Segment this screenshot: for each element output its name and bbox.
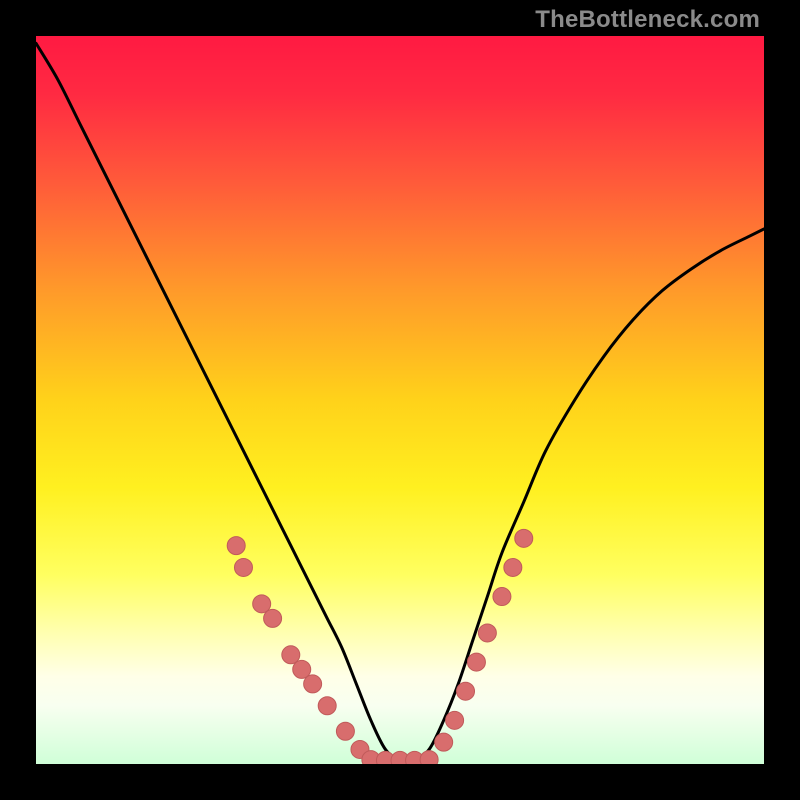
curve-marker	[420, 751, 438, 764]
curve-marker	[446, 711, 464, 729]
curve-marker	[318, 697, 336, 715]
curve-marker	[493, 588, 511, 606]
curve-marker	[504, 558, 522, 576]
curve-markers	[227, 529, 533, 764]
curve-marker	[264, 609, 282, 627]
chart-svg	[36, 36, 764, 764]
watermark-text: TheBottleneck.com	[535, 6, 760, 34]
curve-marker	[435, 733, 453, 751]
chart-frame: TheBottleneck.com	[0, 0, 800, 800]
curve-marker	[336, 722, 354, 740]
curve-marker	[304, 675, 322, 693]
curve-marker	[457, 682, 475, 700]
curve-marker	[234, 558, 252, 576]
plot-area	[36, 36, 764, 764]
curve-marker	[478, 624, 496, 642]
curve-marker	[467, 653, 485, 671]
bottleneck-curve	[36, 43, 764, 761]
curve-marker	[227, 537, 245, 555]
curve-marker	[515, 529, 533, 547]
